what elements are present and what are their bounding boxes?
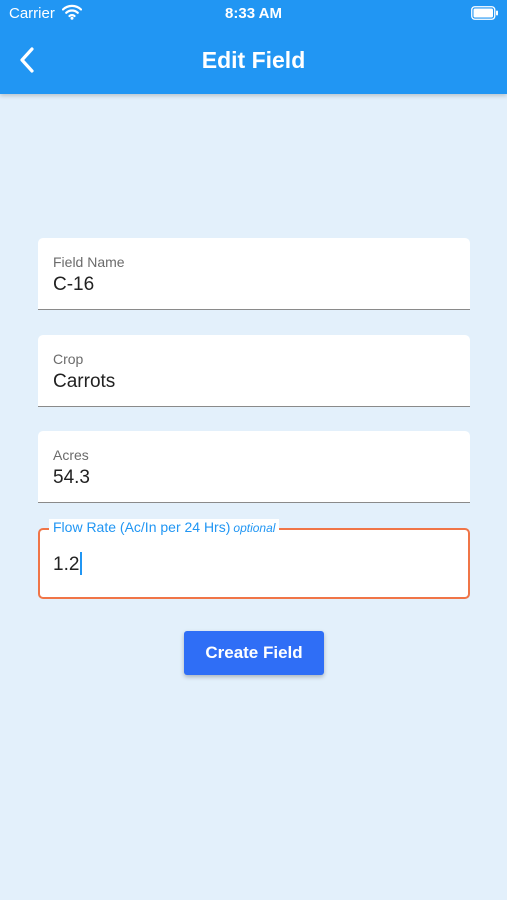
flow-rate-label: Flow Rate (Ac/In per 24 Hrs) optional <box>49 519 280 535</box>
status-bar: Carrier 8:33 AM <box>0 0 507 28</box>
page-title: Edit Field <box>201 47 306 73</box>
crop-label: Crop <box>53 351 84 367</box>
field-name-label: Field Name <box>53 254 125 270</box>
crop-input[interactable]: Crop Carrots <box>38 335 470 407</box>
create-field-button[interactable]: Create Field <box>184 631 324 675</box>
optional-tag: optional <box>233 521 276 535</box>
acres-value: 54.3 <box>53 467 90 488</box>
app-header: Carrier 8:33 AM Edit Field <box>0 0 507 94</box>
flow-rate-input[interactable]: Flow Rate (Ac/In per 24 Hrs) optional 1.2 <box>38 519 470 599</box>
status-time: 8:33 AM <box>225 5 282 22</box>
nav-bar: Edit Field <box>0 28 507 94</box>
battery-icon <box>471 6 499 24</box>
acres-label: Acres <box>53 447 89 463</box>
crop-value: Carrots <box>53 371 116 392</box>
acres-input[interactable]: Acres 54.3 <box>38 431 470 503</box>
text-caret <box>80 552 83 575</box>
flow-rate-value-wrap: 1.2 <box>53 552 83 576</box>
field-name-value: C-16 <box>53 274 95 295</box>
flow-rate-label-text: Flow Rate (Ac/In per 24 Hrs) <box>53 519 231 535</box>
field-name-input[interactable]: Field Name C-16 <box>38 238 470 310</box>
flow-rate-value: 1.2 <box>53 554 80 575</box>
